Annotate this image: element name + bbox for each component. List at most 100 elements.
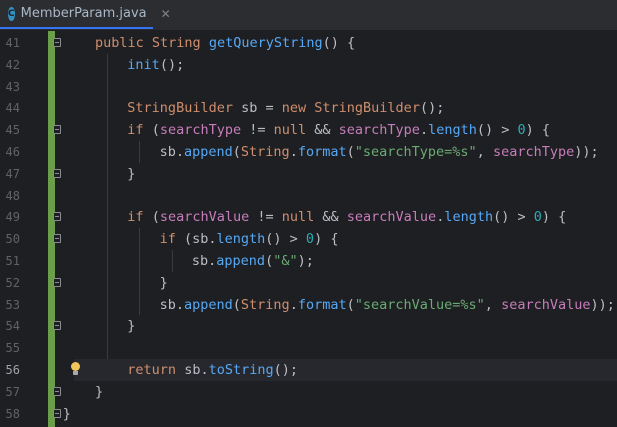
code-token: format	[297, 296, 347, 313]
line-number[interactable]: 54	[0, 315, 20, 337]
code-line[interactable]: 49 if (searchValue != null && searchValue…	[0, 206, 617, 228]
code-line[interactable]: 57}	[0, 381, 617, 403]
code-text[interactable]: if (sb.length() > 0) {	[160, 228, 339, 250]
fold-marker-icon[interactable]	[53, 277, 61, 287]
line-number[interactable]: 55	[0, 337, 20, 359]
line-number[interactable]: 45	[0, 119, 20, 141]
code-token: ));	[590, 296, 615, 313]
line-number[interactable]: 57	[0, 381, 20, 403]
line-number[interactable]: 52	[0, 272, 20, 294]
fold-marker-icon[interactable]	[53, 321, 61, 331]
code-token: ) {	[314, 231, 339, 248]
code-line[interactable]: 54}	[0, 315, 617, 337]
code-token: }	[95, 383, 104, 400]
line-number[interactable]: 42	[0, 54, 20, 76]
code-token: (	[265, 253, 274, 269]
code-text[interactable]: }	[127, 163, 135, 185]
line-number[interactable]: 46	[0, 141, 20, 163]
fold-marker-icon[interactable]	[53, 38, 61, 47]
code-text[interactable]: if (searchValue != null && searchValue.l…	[127, 206, 566, 228]
code-token: ,	[484, 296, 502, 313]
code-token: if	[127, 209, 144, 226]
code-token: ();	[419, 100, 445, 117]
code-token: sb.	[159, 144, 184, 160]
code-text[interactable]: init();	[127, 54, 184, 76]
code-token: "searchValue=%s"	[354, 296, 485, 313]
fold-marker-icon[interactable]	[53, 386, 61, 396]
line-number[interactable]: 47	[0, 163, 20, 185]
code-token: (	[346, 296, 355, 313]
fold-marker-icon[interactable]	[53, 125, 61, 135]
code-line[interactable]: 52}	[0, 272, 617, 294]
code-line[interactable]: 43	[0, 76, 617, 98]
fold-marker-icon[interactable]	[53, 168, 61, 178]
code-token: }	[127, 165, 136, 182]
code-text[interactable]: if (searchType != null && searchType.len…	[127, 119, 550, 141]
code-text[interactable]: sb.append(String.format("searchType=%s",…	[160, 141, 599, 163]
fold-marker-icon[interactable]	[53, 408, 61, 418]
code-text[interactable]: }	[95, 381, 103, 403]
code-token: String	[240, 296, 290, 313]
code-token: (	[232, 296, 241, 313]
code-line[interactable]: 41 public String getQueryString() {	[0, 32, 617, 54]
code-line[interactable]: 45 if (searchType != null && searchType.l…	[0, 119, 617, 141]
code-line[interactable]: 53 sb.append(String.format("searchValue=%…	[0, 294, 617, 316]
close-icon[interactable]: ✕	[161, 7, 171, 21]
lightbulb-icon[interactable]	[71, 362, 80, 375]
line-number[interactable]: 51	[0, 250, 20, 272]
code-text[interactable]: sb.append("&");	[192, 250, 314, 272]
line-number[interactable]: 41	[0, 32, 20, 54]
code-token: toString	[208, 362, 274, 378]
code-line[interactable]: 44 StringBuilder sb = new StringBuilder()…	[0, 97, 617, 119]
code-editor[interactable]: 41 public String getQueryString() { 42 init…	[0, 31, 617, 427]
line-number[interactable]: 49	[0, 206, 20, 228]
code-line[interactable]: 55	[0, 337, 617, 359]
code-token: (	[143, 122, 160, 139]
code-token: StringBuilder	[314, 100, 420, 117]
code-token: ) {	[525, 122, 551, 139]
code-token: .	[289, 144, 298, 160]
code-token: append	[183, 144, 233, 160]
line-number[interactable]: 44	[0, 97, 20, 119]
code-token: }	[127, 318, 136, 335]
code-line[interactable]: 42 init();	[0, 54, 617, 76]
editor-window: C MemberParam.java ✕ 41 public String get…	[0, 0, 617, 427]
code-token: append	[183, 296, 233, 313]
code-token: searchValue	[159, 209, 250, 226]
code-token: (	[232, 144, 241, 160]
code-line[interactable]: 47}	[0, 163, 617, 185]
tab-memberparam[interactable]: C MemberParam.java ✕	[0, 0, 171, 29]
code-token: .	[289, 296, 298, 313]
code-token: () >	[493, 209, 534, 226]
code-token: if	[159, 231, 176, 248]
line-number[interactable]: 43	[0, 76, 20, 98]
code-text[interactable]: }	[127, 315, 135, 337]
code-line[interactable]: 51 sb.append("&");	[0, 250, 617, 272]
line-number[interactable]: 48	[0, 185, 20, 207]
code-line[interactable]: 58}	[0, 403, 617, 425]
code-token: public	[95, 35, 144, 51]
code-text[interactable]: public String getQueryString() {	[95, 32, 355, 54]
code-token: 0	[533, 209, 542, 226]
fold-marker-icon[interactable]	[53, 234, 61, 244]
code-token: searchValue	[346, 209, 437, 226]
code-token: 0	[305, 231, 315, 248]
fold-marker-icon[interactable]	[53, 212, 61, 222]
line-number[interactable]: 50	[0, 228, 20, 250]
code-token: length	[216, 231, 266, 248]
code-line[interactable]: 56 return sb.toString();	[0, 359, 617, 381]
code-text[interactable]: return sb.toString();	[127, 359, 298, 381]
code-text[interactable]: sb.append(String.format("searchValue=%s"…	[160, 294, 615, 316]
code-line[interactable]: 50 if (sb.length() > 0) {	[0, 228, 617, 250]
line-number[interactable]: 53	[0, 294, 20, 316]
line-number[interactable]: 58	[0, 403, 20, 425]
code-text[interactable]: }	[63, 403, 71, 425]
code-token: init	[127, 56, 160, 73]
code-token: () >	[265, 231, 306, 248]
code-line[interactable]: 48	[0, 185, 617, 207]
code-text[interactable]: }	[160, 272, 168, 294]
line-number[interactable]: 56	[0, 359, 20, 381]
code-text[interactable]: StringBuilder sb = new StringBuilder();	[127, 97, 444, 119]
code-line[interactable]: 46 sb.append(String.format("searchType=%s…	[0, 141, 617, 163]
